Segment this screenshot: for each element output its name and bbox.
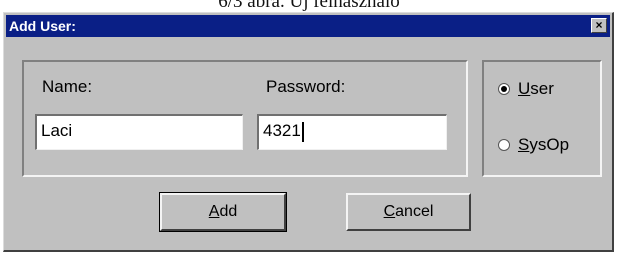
add-button-label-rest: dd [219, 203, 238, 220]
radio-user-label: User [518, 79, 554, 99]
radio-sysop-label-rest: ysOp [529, 135, 570, 154]
figure-caption: 6/3 ábra. Új felhasználó [0, 0, 618, 12]
radio-sysop-mnemonic: S [518, 135, 530, 154]
add-button[interactable]: Add [159, 192, 287, 232]
cancel-button[interactable]: Cancel [346, 193, 471, 231]
close-icon: × [595, 18, 603, 32]
radio-user[interactable]: User [498, 79, 554, 99]
close-button[interactable]: × [591, 18, 607, 33]
password-input[interactable]: 4321 [257, 114, 447, 150]
cancel-button-mnemonic: C [383, 203, 396, 220]
figure-caption-text: 6/3 ábra. Új felhasználó [218, 0, 400, 12]
password-input-value: 4321 [263, 121, 301, 140]
radio-unchecked-icon [498, 139, 510, 151]
name-input-value: Laci [41, 121, 73, 140]
name-input[interactable]: Laci [35, 114, 243, 150]
add-user-dialog: Add User: × Name: Password: Laci 4321 Us… [3, 12, 614, 252]
role-group [482, 60, 602, 177]
add-button-mnemonic: A [208, 203, 220, 220]
radio-user-label-rest: ser [530, 79, 554, 98]
radio-checked-icon [498, 83, 510, 95]
window-title: Add User: [9, 18, 76, 34]
cancel-button-label-rest: ancel [395, 203, 434, 220]
text-cursor [301, 121, 304, 142]
radio-sysop[interactable]: SysOp [498, 135, 569, 155]
radio-sysop-label: SysOp [518, 135, 569, 155]
password-label: Password: [266, 77, 346, 96]
radio-user-mnemonic: U [518, 79, 531, 98]
name-label: Name: [42, 77, 93, 96]
title-bar[interactable]: Add User: × [6, 15, 610, 37]
